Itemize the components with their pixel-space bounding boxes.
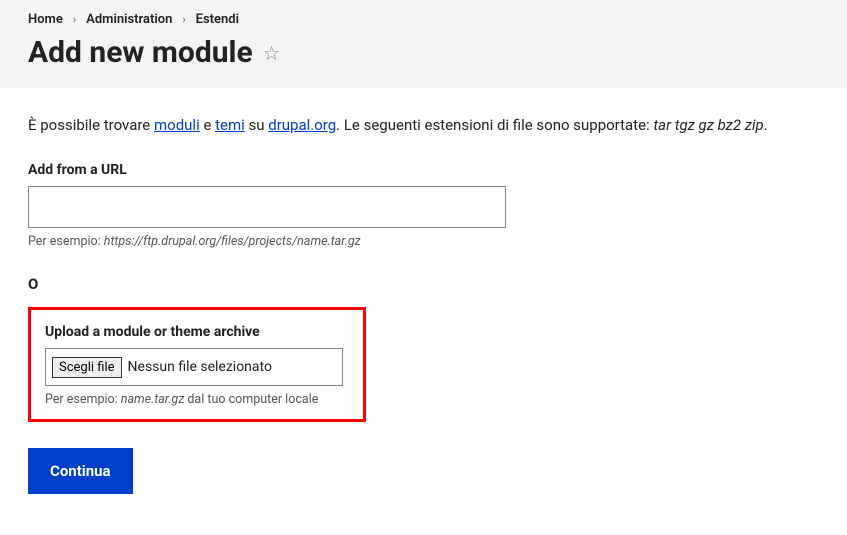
intro-text: È possibile trovare moduli e temi su dru… [28,116,819,134]
link-drupal-org[interactable]: drupal.org [268,116,336,134]
continue-button[interactable]: Continua [28,448,133,494]
intro-prefix: È possibile trovare [28,116,154,134]
breadcrumb-administration[interactable]: Administration [86,12,172,27]
upload-helper-suffix: dal tuo computer locale [184,392,318,407]
page-title-row: Add new module ☆ [28,35,819,70]
upload-helper-example: name.tar.gz [121,392,185,407]
upload-helper-prefix: Per esempio: [45,392,121,407]
intro-mid2: su [245,116,268,134]
intro-period: . [764,116,768,134]
upload-highlight-box: Upload a module or theme archive Scegli … [28,307,366,422]
url-helper: Per esempio: https://ftp.drupal.org/file… [28,234,819,249]
choose-file-button[interactable]: Scegli file [52,357,122,378]
url-field-block: Add from a URL Per esempio: https://ftp.… [28,162,819,249]
file-input-row[interactable]: Scegli file Nessun file selezionato [45,348,343,386]
intro-extensions: tar tgz gz bz2 zip [653,116,763,134]
url-helper-prefix: Per esempio: [28,234,104,249]
chevron-right-icon: › [73,13,76,26]
link-themes[interactable]: temi [215,116,245,134]
file-status-text: Nessun file selezionato [128,359,272,375]
or-separator: O [28,275,819,293]
upload-field-label: Upload a module or theme archive [45,324,349,340]
breadcrumb: Home › Administration › Estendi [28,8,819,35]
breadcrumb-extend[interactable]: Estendi [196,12,239,27]
url-field-label: Add from a URL [28,162,819,178]
star-icon[interactable]: ☆ [263,41,281,65]
header-region: Home › Administration › Estendi Add new … [0,0,847,88]
intro-suffix: . Le seguenti estensioni di file sono su… [336,116,653,134]
page-title: Add new module [28,35,253,70]
url-helper-example: https://ftp.drupal.org/files/projects/na… [104,234,361,249]
chevron-right-icon: › [182,13,185,26]
breadcrumb-home[interactable]: Home [28,12,63,27]
intro-mid1: e [200,116,215,134]
url-input[interactable] [28,186,506,228]
main-content: È possibile trovare moduli e temi su dru… [0,88,847,522]
upload-helper: Per esempio: name.tar.gz dal tuo compute… [45,392,349,407]
link-modules[interactable]: moduli [154,116,200,134]
